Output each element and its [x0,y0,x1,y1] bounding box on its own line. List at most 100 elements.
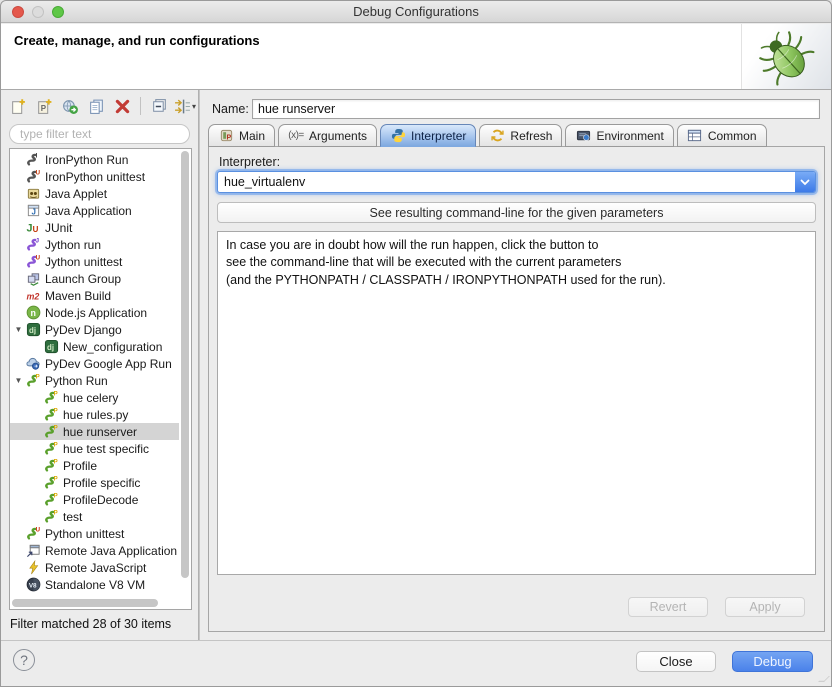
collapse-all-button[interactable] [148,95,170,117]
tree-item-label: hue test specific [63,442,149,456]
help-button[interactable]: ? [13,649,35,671]
resize-grip[interactable] [818,676,830,682]
new-config-icon [10,98,27,115]
interpreter-combo-input[interactable] [218,172,795,192]
tab-label: Main [239,129,265,143]
duplicate-icon [88,98,105,115]
pydev-django-icon: dj [43,339,59,355]
svg-text:P: P [53,458,57,465]
svg-text:P: P [53,441,57,448]
tab-refresh[interactable]: Refresh [479,124,562,147]
common-tab-icon [687,128,703,144]
command-line-info-box: In case you are in doubt how will the ru… [217,231,816,575]
python-run-icon: P [43,458,59,474]
configurations-tree: IIronPython RunUIronPython unittest Java … [9,148,192,610]
tree-item-profiledecode[interactable]: PProfileDecode [10,491,179,508]
tree-item-label: Java Applet [45,187,107,201]
tree-item-label: IronPython Run [45,153,128,167]
tree-item-maven-build[interactable]: m2Maven Build [10,287,179,304]
apply-button[interactable]: Apply [725,597,805,617]
export-configurations-button[interactable] [59,95,81,117]
tree-rows: IIronPython RunUIronPython unittest Java … [10,151,179,597]
expand-triangle-icon[interactable]: ▼ [12,325,25,334]
name-input[interactable] [252,99,820,119]
new-configuration-button[interactable] [7,95,29,117]
tree-item-hue-rules-py[interactable]: Phue rules.py [10,406,179,423]
svg-text:P: P [40,103,46,112]
tree-item-pydev-google-app-run[interactable]: PyDev Google App Run [10,355,179,372]
dropdown-arrow-icon: ▾ [192,102,196,111]
expand-triangle-icon[interactable]: ▼ [12,376,25,385]
tree-item-java-applet[interactable]: Java Applet [10,185,179,202]
new-prototype-button[interactable]: P [33,95,55,117]
tree-item-label: Maven Build [45,289,111,303]
info-line: see the command-line that will be execut… [226,254,807,271]
tree-item-ironpython-unittest[interactable]: UIronPython unittest [10,168,179,185]
tree-item-launch-group[interactable]: Launch Group [10,270,179,287]
tab-main[interactable]: PMain [208,124,275,147]
svg-text:P: P [53,390,57,397]
ironpython-unittest-icon: U [25,169,41,185]
tree-item-test[interactable]: Ptest [10,508,179,525]
tree-item-profile[interactable]: PProfile [10,457,179,474]
filter-configurations-button[interactable]: ▾ [174,95,196,117]
tree-item-ironpython-run[interactable]: IIronPython Run [10,151,179,168]
svg-text:P: P [53,407,57,414]
tree-item-remote-javascript[interactable]: Remote JavaScript [10,559,179,576]
debug-bug-icon [741,24,831,89]
interpreter-label: Interpreter: [219,155,280,169]
tab-environment[interactable]: Environment [565,124,673,147]
tab-interpreter[interactable]: Interpreter [380,124,476,147]
tab-bar: PMain(x)=ArgumentsInterpreterRefresh Envi… [208,123,770,147]
tree-item-java-application[interactable]: JJava Application [10,202,179,219]
nodejs-icon: n [25,305,41,321]
svg-text:dj: dj [29,326,36,335]
close-button[interactable]: Close [636,651,716,672]
interpreter-combo [217,171,816,193]
name-label: Name: [212,102,249,116]
tree-item-profile-specific[interactable]: PProfile specific [10,474,179,491]
tree-item-python-run[interactable]: ▼PPython Run [10,372,179,389]
svg-text:J: J [35,237,38,244]
tree-item-label: Remote JavaScript [45,561,146,575]
tree-vertical-scrollbar[interactable] [180,151,190,596]
tab-common[interactable]: Common [677,124,767,147]
tree-item-junit[interactable]: JUJUnit [10,219,179,236]
tree-item-hue-test-specific[interactable]: Phue test specific [10,440,179,457]
tree-item-standalone-v8-vm[interactable]: V8Standalone V8 VM [10,576,179,593]
tree-item-label: hue rules.py [63,408,128,422]
header-banner: Create, manage, and run configurations [1,24,831,90]
tab-arguments[interactable]: (x)=Arguments [278,124,377,147]
tree-horizontal-scrollbar[interactable] [12,598,178,608]
interpreter-combo-dropdown-button[interactable] [795,172,815,192]
tree-item-python-unittest[interactable]: U Python unittest [10,525,179,542]
tree-item-label: PyDev Google App Run [45,357,172,371]
svg-text:U: U [32,225,38,234]
python-unittest-icon: U [25,526,41,542]
debug-button[interactable]: Debug [732,651,813,672]
svg-text:V8: V8 [28,582,36,589]
svg-text:U: U [35,254,40,261]
tree-item-remote-java-application[interactable]: Remote Java Application [10,542,179,559]
revert-button[interactable]: Revert [628,597,708,617]
tab-label: Environment [596,129,663,143]
see-command-line-button[interactable]: See resulting command-line for the given… [217,202,816,223]
tree-item-label: Profile specific [63,476,140,490]
tree-item-node-js-application[interactable]: nNode.js Application [10,304,179,321]
duplicate-configuration-button[interactable] [85,95,107,117]
tree-item-label: Python unittest [45,527,124,541]
delete-configuration-button[interactable] [111,95,133,117]
interpreter-tab-content: Interpreter: See resulting command-line … [208,146,825,632]
tree-item-label: hue celery [63,391,118,405]
tree-item-hue-celery[interactable]: Phue celery [10,389,179,406]
filter-input[interactable] [9,124,190,144]
tree-item-hue-runserver[interactable]: Phue runserver [10,423,179,440]
tree-item-label: Jython unittest [45,255,122,269]
tree-item-new-configuration[interactable]: djNew_configuration [10,338,179,355]
tree-item-jython-run[interactable]: JJython run [10,236,179,253]
pydev-google-app-run-icon [25,356,41,372]
tree-item-pydev-django[interactable]: ▼djPyDev Django [10,321,179,338]
new-prototype-icon: P [36,98,53,115]
tree-item-jython-unittest[interactable]: U Jython unittest [10,253,179,270]
tree-item-label: Python Run [45,374,108,388]
